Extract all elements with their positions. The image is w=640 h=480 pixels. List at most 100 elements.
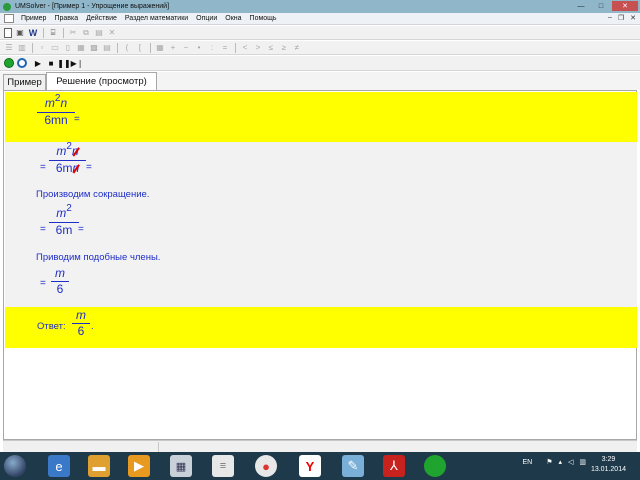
less-button[interactable]: < (240, 43, 250, 53)
minimize-button[interactable]: — (572, 1, 590, 11)
equals-sign: = (40, 278, 46, 289)
step-button[interactable]: ▶❘ (71, 58, 84, 68)
fraction-numerator: m (76, 308, 86, 322)
yandex-icon[interactable]: Y (299, 455, 321, 477)
volume-icon[interactable]: ◁ (568, 458, 573, 466)
open-icon[interactable]: ▣ (15, 28, 25, 38)
greater-equal-button[interactable]: ≥ (279, 43, 289, 53)
print-preview-icon[interactable]: ⌸ (48, 28, 58, 38)
word-export-icon[interactable]: W (28, 28, 38, 38)
solution-pane[interactable]: m2n 6mn = = m2n 6mn = Производим сокраще… (3, 90, 637, 440)
toolbar-separator (32, 42, 33, 53)
delete-icon[interactable]: ✕ (107, 28, 117, 38)
solve-step-icon[interactable] (17, 58, 27, 68)
expression-highlight (5, 92, 637, 142)
menu-math-section[interactable]: Раздел математики (121, 15, 192, 22)
equals-sign: = (74, 114, 80, 125)
system-icon[interactable]: ▤ (102, 43, 112, 53)
paste-icon[interactable]: ▤ (94, 28, 104, 38)
cut-icon[interactable]: ✂ (68, 28, 78, 38)
tray-expand-icon[interactable]: ▴ (558, 458, 562, 466)
start-button[interactable] (4, 455, 26, 477)
menu-windows[interactable]: Окна (221, 15, 245, 22)
step-text-like-terms: Приводим подобные члены. (36, 252, 161, 263)
taskbar: e ▬ ▶ ▦ ≡ ● Y ✎ ⅄ EN ⚑ ▴ ◁ ▥ 3:29 13.01.… (0, 452, 640, 480)
language-indicator[interactable]: EN (522, 459, 532, 466)
clock-date: 13.01.2014 (590, 466, 626, 473)
clock-time: 3:29 (601, 456, 616, 463)
not-equal-button[interactable]: ≠ (292, 43, 302, 53)
media-player-icon[interactable]: ▶ (128, 455, 150, 477)
umsolver-icon[interactable] (424, 455, 446, 477)
new-document-icon[interactable] (4, 27, 12, 38)
mdi-restore-button[interactable]: ❐ (618, 14, 624, 22)
paren-button[interactable]: ( (122, 43, 132, 53)
clock[interactable]: 3:29 13.01.2014 (591, 455, 626, 475)
index-icon[interactable]: ▦ (76, 43, 86, 53)
menu-action[interactable]: Действие (82, 15, 121, 22)
maximize-button[interactable]: □ (592, 1, 610, 11)
fraction-icon[interactable]: ▭ (50, 43, 60, 53)
play-button[interactable]: ▶ (33, 58, 43, 68)
window-controls: — □ ✕ (572, 1, 638, 11)
chrome-icon[interactable]: ● (255, 455, 277, 477)
pause-button[interactable]: ❚❚ (57, 58, 70, 68)
menu-example[interactable]: Пример (17, 15, 50, 22)
table-icon[interactable]: ▦ (155, 43, 165, 53)
document-system-icon[interactable] (4, 14, 14, 23)
pdf-icon[interactable]: ⅄ (383, 455, 405, 477)
folder-icon[interactable]: ▬ (88, 455, 110, 477)
fraction-denominator: 6m (55, 223, 73, 237)
menu-options[interactable]: Опции (192, 15, 221, 22)
matrix-icon[interactable]: ▩ (89, 43, 99, 53)
copy-icon[interactable]: ⧉ (81, 28, 91, 38)
multiply-button[interactable]: • (194, 43, 204, 53)
tab-solution-view[interactable]: Решение (просмотр) (46, 72, 157, 90)
less-equal-button[interactable]: ≤ (266, 43, 276, 53)
greater-button[interactable]: > (253, 43, 263, 53)
answer-period: . (91, 321, 94, 332)
equals-sign: = (40, 162, 46, 173)
mdi-controls: – ❐ ✕ (608, 14, 636, 22)
equals-button[interactable]: = (220, 43, 230, 53)
answer-highlight (5, 307, 637, 348)
plus-button[interactable]: + (168, 43, 178, 53)
ie-icon[interactable]: e (48, 455, 70, 477)
status-strip (3, 440, 637, 452)
tray-flag-icon[interactable]: ⚑ (546, 458, 552, 466)
paint-icon[interactable]: ✎ (342, 455, 364, 477)
answer-label: Ответ: (37, 321, 66, 332)
reduced-fraction: m2 6m (49, 203, 79, 237)
mdi-close-button[interactable]: ✕ (630, 14, 636, 22)
app-icon (3, 2, 11, 11)
close-button[interactable]: ✕ (612, 1, 638, 11)
menu-bar: Пример Правка Действие Раздел математики… (0, 13, 640, 25)
menu-edit[interactable]: Правка (50, 15, 82, 22)
bracket-button[interactable]: [ (135, 43, 145, 53)
fraction-denominator: 6mn (44, 113, 68, 127)
insert-line-icon[interactable]: ☰ (4, 43, 14, 53)
title-bar: UMSolver - [Пример 1 - Упрощение выражен… (0, 0, 640, 13)
equals-sign: = (40, 224, 46, 235)
fraction-denominator: 6 (77, 324, 85, 338)
fraction-numerator: m2n (44, 93, 68, 110)
fraction-numerator: m (55, 266, 65, 280)
tab-example[interactable]: Пример (3, 74, 46, 90)
insert-block-icon[interactable]: ▥ (17, 43, 27, 53)
menu-help[interactable]: Помощь (246, 15, 281, 22)
minus-button[interactable]: − (181, 43, 191, 53)
fraction-denominator: 6mn (55, 161, 80, 175)
toolbar-solve: ▶ ■ ❚❚ ▶❘ (0, 56, 640, 71)
notepad-icon[interactable]: ≡ (212, 455, 234, 477)
power-icon[interactable]: ▫ (37, 43, 47, 53)
fraction-numerator: m2 (56, 203, 72, 220)
divide-button[interactable]: : (207, 43, 217, 53)
fraction-numerator: m2n (56, 141, 79, 158)
stop-button[interactable]: ■ (46, 58, 56, 68)
root-icon[interactable]: ▯ (63, 43, 73, 53)
calculator-icon[interactable]: ▦ (170, 455, 192, 477)
solve-green-icon[interactable] (4, 58, 14, 68)
mdi-minimize-button[interactable]: – (608, 14, 612, 22)
equals-sign: = (78, 224, 84, 235)
network-icon[interactable]: ▥ (579, 458, 586, 466)
